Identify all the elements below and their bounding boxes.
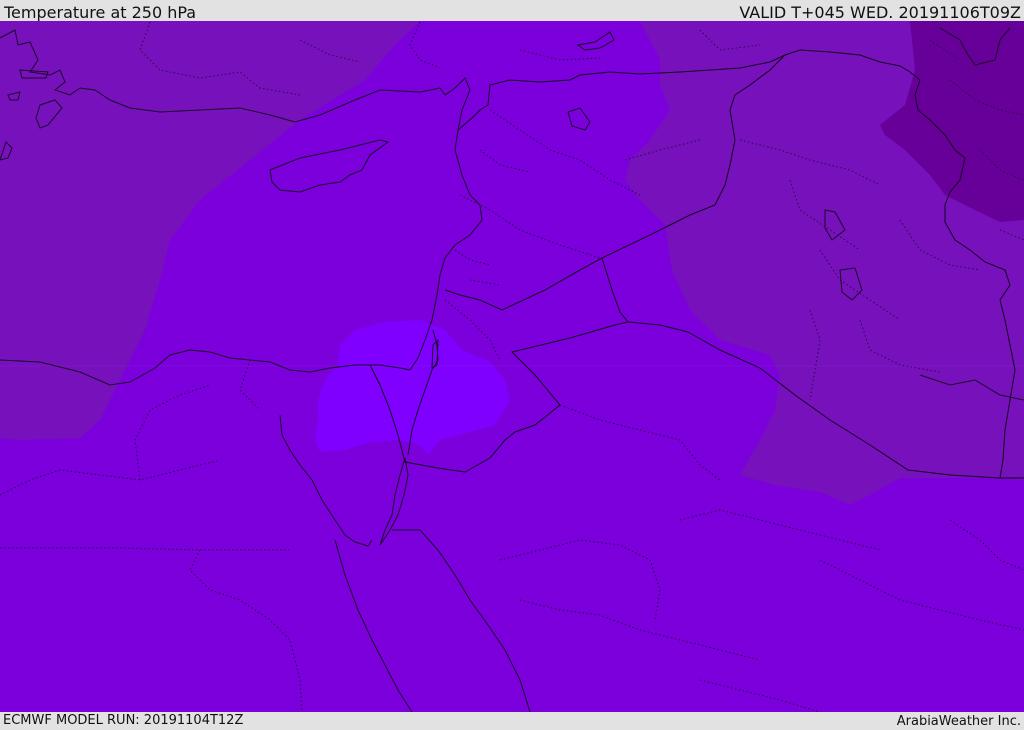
temperature-map[interactable] [0,21,1024,712]
valid-time: VALID T+045 WED. 20191106T09Z [739,3,1021,22]
map-title: Temperature at 250 hPa [4,3,197,22]
model-run: ECMWF MODEL RUN: 20191104T12Z [3,713,244,728]
credit-text: ArabiaWeather Inc. [896,714,1021,729]
header-bar: Temperature at 250 hPa VALID T+045 WED. … [0,0,1024,22]
footer-bar: ECMWF MODEL RUN: 20191104T12Z ArabiaWeat… [0,712,1024,729]
map-canvas [0,21,1024,712]
